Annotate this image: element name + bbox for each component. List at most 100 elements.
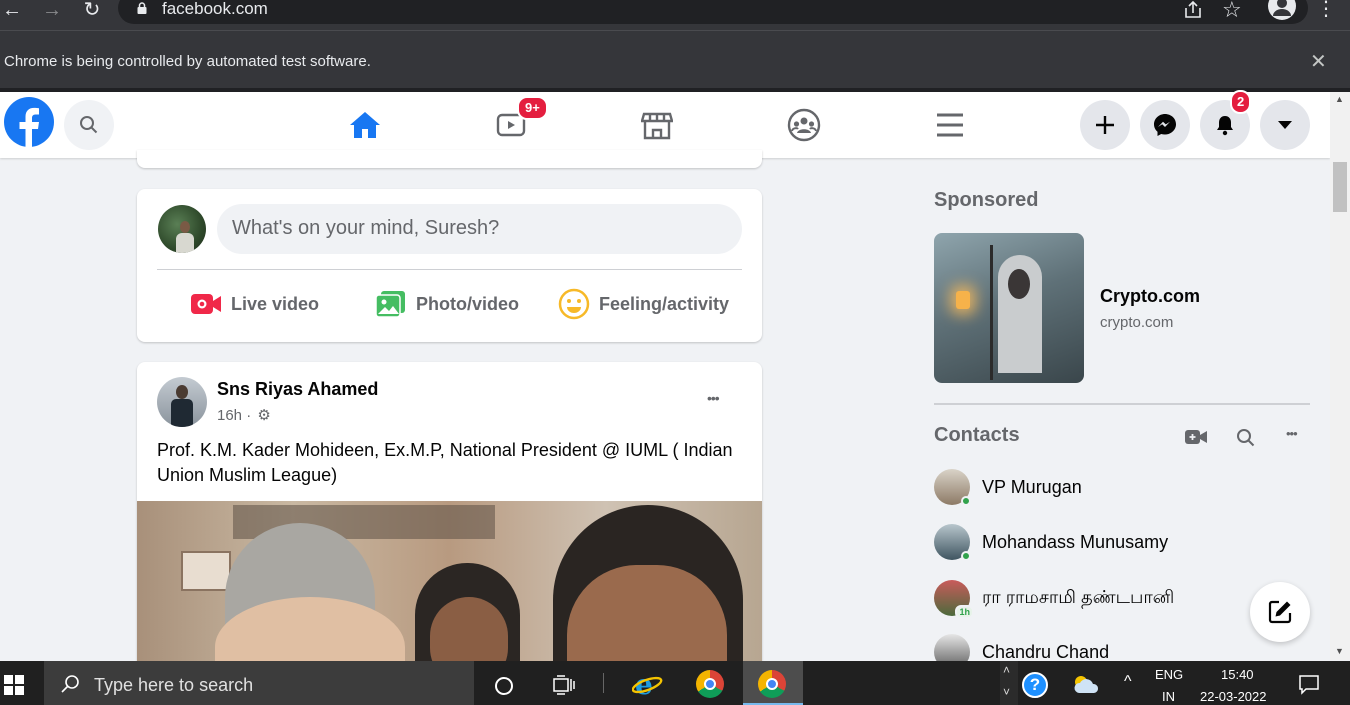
share-icon[interactable]	[1182, 0, 1204, 20]
clock-time[interactable]: 15:40	[1221, 667, 1254, 682]
tab-home[interactable]	[299, 92, 430, 158]
divider	[603, 673, 604, 693]
chrome-app-active-button[interactable]	[743, 661, 803, 705]
scroll-up-icon[interactable]: ▲	[1335, 94, 1344, 104]
tab-marketplace[interactable]	[591, 92, 722, 158]
divider	[157, 269, 742, 270]
live-video-button[interactable]: Live video	[190, 289, 319, 319]
task-view-icon[interactable]	[552, 675, 576, 695]
wall-plaque-graphic	[181, 551, 231, 591]
windows-start-icon[interactable]	[4, 675, 24, 695]
photo-video-button[interactable]: Photo/video	[375, 289, 519, 319]
post-text: Prof. K.M. Kader Mohideen, Ex.M.P, Natio…	[157, 440, 733, 485]
marketplace-icon	[640, 112, 673, 140]
post-author-name[interactable]: Sns Riyas Ahamed	[217, 379, 378, 400]
ad-image[interactable]	[934, 233, 1084, 383]
notifications-button[interactable]: 2	[1200, 90, 1252, 150]
reload-icon[interactable]: ↻	[80, 0, 104, 22]
lock-icon	[137, 2, 147, 14]
hamburger-menu-icon	[936, 113, 963, 137]
contact-name: VP Murugan	[982, 476, 1082, 497]
messenger-icon	[1154, 114, 1176, 136]
contact-item[interactable]: 1h ரா ராமசாமி தண்டபானி	[934, 580, 1175, 619]
feeling-activity-label: Feeling/activity	[599, 293, 730, 314]
taskbar-search-icon	[61, 675, 79, 693]
internet-explorer-icon[interactable]: e	[631, 668, 664, 701]
live-video-icon	[191, 294, 221, 314]
last-active-badge: 1h	[955, 605, 974, 619]
tab-watch[interactable]: 9+	[445, 92, 576, 158]
tab-groups[interactable]	[738, 92, 869, 158]
help-icon[interactable]: ?	[1022, 672, 1048, 698]
bookmark-star-icon[interactable]: ☆	[1222, 0, 1242, 23]
bell-icon	[1217, 116, 1233, 136]
new-message-button[interactable]	[1250, 582, 1310, 642]
profile-avatar-icon[interactable]	[1268, 0, 1296, 20]
contacts-more-options-icon[interactable]: •••	[1286, 426, 1298, 441]
contact-item[interactable]: VP Murugan	[934, 469, 1082, 506]
plus-icon	[1096, 116, 1114, 134]
back-arrow-icon[interactable]: ←	[0, 0, 24, 22]
notifications-badge: 2	[1230, 90, 1252, 114]
language-code[interactable]: ENG	[1155, 667, 1183, 682]
show-hidden-icons-chevron-icon[interactable]: ^	[1124, 673, 1132, 691]
url-text: facebook.com	[162, 0, 268, 18]
chevron-up-icon: ˄	[1003, 663, 1011, 677]
new-room-video-icon[interactable]	[1184, 428, 1208, 446]
online-status-dot	[961, 551, 971, 561]
caret-down-icon	[1278, 121, 1292, 129]
search-button[interactable]	[64, 100, 114, 150]
create-button[interactable]	[1080, 100, 1130, 150]
contact-name: Mohandass Munusamy	[982, 531, 1169, 552]
post-timestamp[interactable]: 16h · ⚙	[217, 406, 271, 424]
staff-graphic	[990, 245, 993, 380]
contact-name: ரா ராமசாமி தண்டபானி	[982, 586, 1175, 607]
chrome-app-icon[interactable]	[696, 670, 724, 698]
scroll-down-icon[interactable]: ▼	[1335, 646, 1344, 656]
contact-avatar: 1h	[934, 580, 974, 619]
chevron-down-icon: ˅	[1003, 685, 1011, 699]
browser-toolbar: ← → ↻ facebook.com ☆ ⋮	[0, 0, 1350, 30]
contacts-heading: Contacts	[934, 424, 1020, 446]
feed-post: Sns Riyas Ahamed 16h · ⚙ ••• Prof. K.M. …	[137, 362, 762, 672]
taskbar-scroll[interactable]: ˄ ˅	[1000, 661, 1018, 705]
infobar-close-icon[interactable]: ✕	[1310, 49, 1327, 74]
feeling-activity-button[interactable]: Feeling/activity	[558, 288, 730, 320]
compose-edit-icon	[1268, 600, 1292, 624]
messenger-button[interactable]	[1140, 100, 1190, 150]
groups-icon	[787, 108, 820, 142]
tab-menu[interactable]	[884, 92, 1015, 158]
post-more-options-icon[interactable]: •••	[707, 390, 720, 406]
facebook-logo-icon[interactable]	[4, 97, 54, 147]
facebook-header: 9+ 2	[0, 90, 1330, 158]
account-button[interactable]	[1260, 100, 1310, 150]
lantern-glow-graphic	[956, 291, 970, 309]
weather-cloud-icon[interactable]	[1071, 673, 1101, 695]
post-author-avatar[interactable]	[157, 377, 207, 427]
clock-date[interactable]: 22-03-2022	[1200, 689, 1267, 704]
sponsored-heading: Sponsored	[934, 189, 1039, 211]
taskbar-search-placeholder: Type here to search	[94, 675, 254, 695]
user-avatar[interactable]	[158, 205, 206, 253]
chrome-menu-icon[interactable]: ⋮	[1316, 0, 1336, 21]
status-input[interactable]: What's on your mind, Suresh?	[217, 204, 742, 254]
privacy-gear-icon: ⚙	[257, 407, 271, 424]
hood-shadow-graphic	[1008, 269, 1030, 299]
photo-video-label: Photo/video	[416, 293, 519, 314]
forward-arrow-icon[interactable]: →	[40, 0, 64, 22]
language-region[interactable]: IN	[1162, 689, 1175, 704]
contacts-search-icon[interactable]	[1236, 428, 1256, 448]
notification-center-icon[interactable]	[1298, 673, 1320, 695]
ad-title[interactable]: Crypto.com	[1100, 286, 1200, 307]
home-icon	[349, 112, 380, 138]
contact-item[interactable]: Mohandass Munusamy	[934, 524, 1169, 561]
scroll-thumb[interactable]	[1333, 162, 1347, 212]
watch-badge: 9+	[517, 96, 548, 120]
search-icon	[80, 116, 98, 134]
status-input-placeholder: What's on your mind, Suresh?	[232, 217, 500, 239]
cortana-icon[interactable]	[495, 677, 513, 695]
address-bar[interactable]	[118, 0, 1308, 24]
contact-name: Chandru Chand	[982, 641, 1110, 662]
post-photo[interactable]	[137, 501, 762, 672]
live-video-label: Live video	[231, 293, 320, 314]
